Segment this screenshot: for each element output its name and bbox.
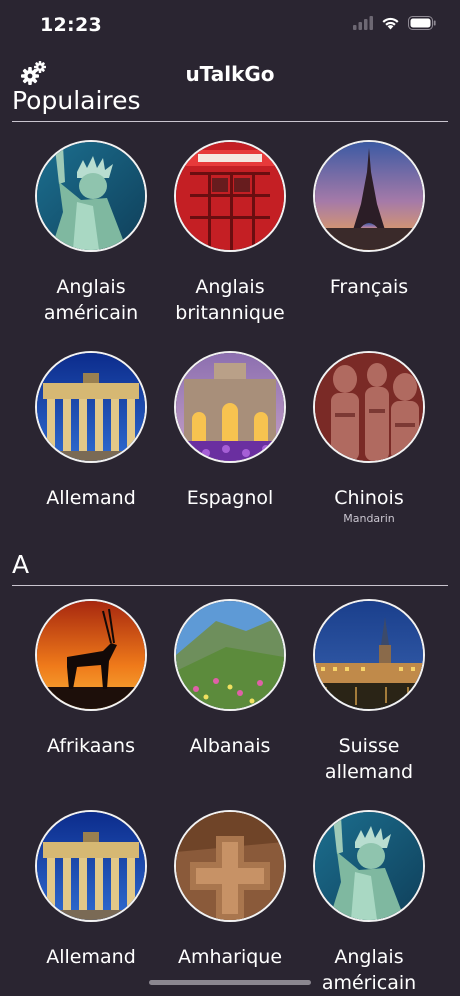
- section-divider: [12, 585, 448, 586]
- section-title-a: A: [12, 550, 30, 579]
- language-name: Chinois: [334, 487, 404, 509]
- oryx-sunset-image: [37, 601, 145, 709]
- language-image: [174, 140, 286, 252]
- language-tile-francais[interactable]: Français: [299, 140, 439, 300]
- statue-of-liberty-image: [315, 812, 423, 920]
- language-tile-espagnol[interactable]: Espagnol: [160, 351, 300, 511]
- language-image: [35, 351, 147, 463]
- language-tile-allemand-2[interactable]: Allemand: [21, 810, 161, 970]
- mountain-meadow-image: [176, 601, 284, 709]
- language-image: [313, 599, 425, 711]
- battery-icon: [408, 16, 436, 30]
- language-name: Amharique: [177, 946, 283, 968]
- language-tile-anglais-americain[interactable]: Anglais américain: [21, 140, 161, 326]
- language-name: Anglais américain: [321, 946, 417, 994]
- home-indicator[interactable]: [149, 980, 311, 985]
- language-image: [174, 810, 286, 922]
- section-divider: [12, 121, 448, 122]
- puerta-de-alcala-image: [176, 353, 284, 461]
- language-image: [174, 599, 286, 711]
- language-tile-chinois[interactable]: Chinois Mandarin: [299, 351, 439, 525]
- language-name: Français: [329, 276, 409, 298]
- language-image: [35, 810, 147, 922]
- language-name: Afrikaans: [47, 735, 135, 757]
- language-image: [313, 140, 425, 252]
- language-name: Anglais américain: [43, 276, 139, 324]
- language-image: [35, 140, 147, 252]
- zurich-night-image: [315, 601, 423, 709]
- status-icons: [353, 16, 436, 30]
- language-tile-anglais-britannique[interactable]: Anglais britannique: [160, 140, 300, 326]
- language-tile-allemand[interactable]: Allemand: [21, 351, 161, 511]
- red-telephone-box-image: [176, 142, 284, 250]
- statue-of-liberty-image: [37, 142, 145, 250]
- language-image: [35, 599, 147, 711]
- language-tile-amharique[interactable]: Amharique: [160, 810, 300, 970]
- app-title: uTalkGo: [185, 62, 275, 86]
- language-subtitle: Mandarin: [343, 512, 395, 525]
- rock-church-image: [176, 812, 284, 920]
- language-image: [174, 351, 286, 463]
- language-tile-albanais[interactable]: Albanais: [160, 599, 300, 759]
- language-image: [313, 810, 425, 922]
- terracotta-warriors-image: [315, 353, 423, 461]
- eiffel-tower-image: [315, 142, 423, 250]
- brandenburg-gate-image: [37, 812, 145, 920]
- language-name: Albanais: [189, 735, 271, 757]
- language-name: Espagnol: [186, 487, 274, 509]
- language-name: Anglais britannique: [175, 276, 285, 324]
- signal-icon: [353, 16, 373, 30]
- language-tile-suisse-allemand[interactable]: Suisse allemand: [299, 599, 439, 785]
- language-tile-anglais-americain-2[interactable]: Anglais américain: [299, 810, 439, 996]
- wifi-icon: [382, 17, 399, 30]
- status-bar: 12:23: [0, 0, 460, 50]
- language-tile-afrikaans[interactable]: Afrikaans: [21, 599, 161, 759]
- language-name: Allemand: [46, 487, 136, 509]
- section-title-populaires: Populaires: [12, 86, 141, 115]
- language-name: Allemand: [46, 946, 136, 968]
- language-image: [313, 351, 425, 463]
- brandenburg-gate-image: [37, 353, 145, 461]
- status-time: 12:23: [40, 14, 102, 36]
- language-name: Suisse allemand: [324, 735, 414, 783]
